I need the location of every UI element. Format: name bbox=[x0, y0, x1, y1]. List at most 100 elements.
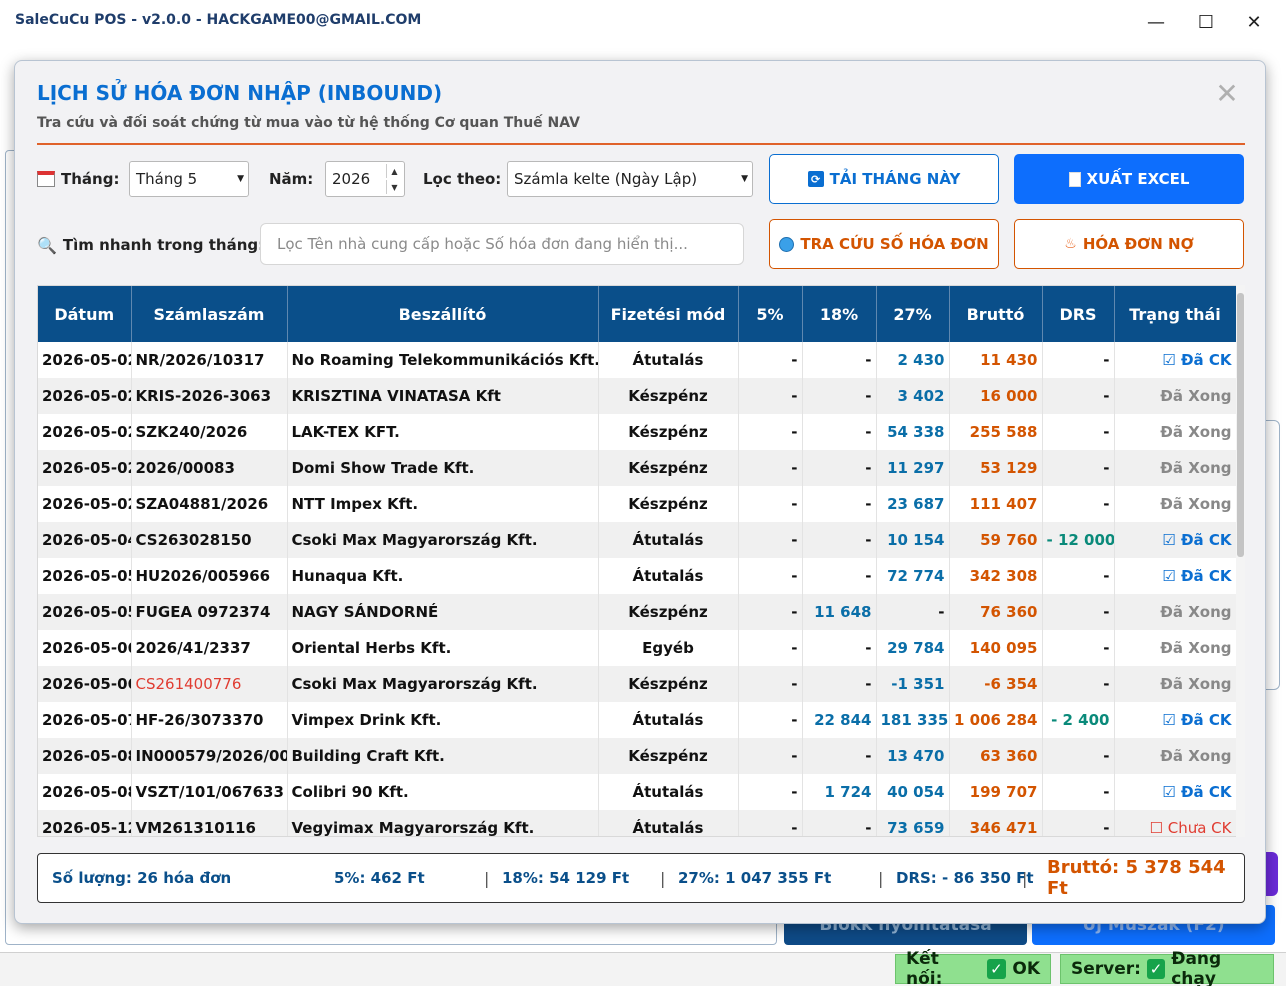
cell-supplier: Domi Show Trade Kft. bbox=[287, 450, 599, 486]
cell-vat27: -1 351 bbox=[876, 666, 950, 702]
close-icon: ✕ bbox=[1215, 76, 1239, 110]
window-title: SaleCuCu POS - v2.0.0 - HACKGAME00@GMAIL… bbox=[15, 12, 422, 28]
cell-brutto: -6 354 bbox=[949, 666, 1043, 702]
cell-vat5: - bbox=[738, 450, 803, 486]
cell-vat5: - bbox=[738, 486, 803, 522]
cell-supplier: No Roaming Telekommunikációs Kft. bbox=[287, 342, 599, 378]
cell-vat18: 1 724 bbox=[802, 774, 877, 810]
table-row[interactable]: 2026-05-02 KRIS-2026-3063 KRISZTINA VINATA… bbox=[38, 378, 1237, 414]
cell-status: Đã Xong bbox=[1114, 630, 1237, 666]
maximize-button[interactable]: ☐ bbox=[1186, 8, 1226, 36]
cell-brutto: 199 707 bbox=[949, 774, 1043, 810]
cell-status: Đã Xong bbox=[1114, 738, 1237, 774]
chevron-down-icon[interactable]: ▼ bbox=[386, 180, 402, 194]
month-select[interactable]: Tháng 5 ▼ bbox=[129, 161, 249, 197]
filter-by-select[interactable]: Számla kelte (Ngày Lập) ▼ bbox=[507, 161, 753, 197]
maximize-icon: ☐ bbox=[1197, 11, 1215, 33]
table-row[interactable]: 2026-05-06 2026/41/2337 Oriental Herbs Kft… bbox=[38, 630, 1237, 666]
cell-vat18: - bbox=[802, 414, 877, 450]
cell-payment-method: Készpénz bbox=[598, 594, 739, 630]
cell-date: 2026-05-02 bbox=[38, 414, 132, 450]
cell-drs: - bbox=[1042, 666, 1115, 702]
cell-drs: - bbox=[1042, 810, 1115, 836]
cell-status: Đã Xong bbox=[1114, 666, 1237, 702]
cell-vat18: - bbox=[802, 522, 877, 558]
table-row[interactable]: 2026-05-07 HF-26/3073370 Vimpex Drink Kft.… bbox=[38, 702, 1237, 738]
year-stepper[interactable]: 2026 ▲ ▼ bbox=[325, 161, 405, 197]
cell-vat27: 13 470 bbox=[876, 738, 950, 774]
table-row[interactable]: 2026-05-02 2026/00083 Domi Show Trade Kft.… bbox=[38, 450, 1237, 486]
table-header: Dátum Számlaszám Beszállító Fizetési mód… bbox=[38, 286, 1237, 342]
cell-date: 2026-05-08 bbox=[38, 774, 132, 810]
table-row[interactable]: 2026-05-06 CS261400776 Csoki Max Magyarors… bbox=[38, 666, 1237, 702]
title-divider bbox=[37, 143, 1245, 145]
check-icon: ✓ bbox=[1146, 959, 1166, 979]
cell-date: 2026-05-02 bbox=[38, 486, 132, 522]
table-row[interactable]: 2026-05-08 IN000579/2026/001 Building Craf… bbox=[38, 738, 1237, 774]
window-close-button[interactable]: ✕ bbox=[1234, 8, 1274, 36]
cell-date: 2026-05-04 bbox=[38, 522, 132, 558]
connection-status: Kết nối: ✓ OK bbox=[895, 949, 1051, 986]
column-header[interactable]: 5% bbox=[738, 286, 803, 342]
cell-vat27: 40 054 bbox=[876, 774, 950, 810]
debt-invoice-button[interactable]: ♨ HÓA ĐƠN NỢ bbox=[1014, 219, 1244, 269]
column-header[interactable]: DRS bbox=[1042, 286, 1115, 342]
cell-payment-method: Átutalás bbox=[598, 558, 739, 594]
dialog-close-button[interactable]: ✕ bbox=[1211, 76, 1243, 110]
summary-separator: | bbox=[660, 868, 666, 888]
cell-date: 2026-05-08 bbox=[38, 738, 132, 774]
table-row[interactable]: 2026-05-12 VM261310116 Vegyimax Magyarorsz… bbox=[38, 810, 1237, 836]
table-row[interactable]: 2026-05-02 SZA04881/2026 NTT Impex Kft. Kés… bbox=[38, 486, 1237, 522]
column-header[interactable]: 27% bbox=[876, 286, 950, 342]
search-placeholder: Lọc Tên nhà cung cấp hoặc Số hóa đơn đan… bbox=[277, 235, 688, 253]
cell-vat18: - bbox=[802, 810, 877, 836]
column-header[interactable]: Fizetési mód bbox=[598, 286, 739, 342]
column-header[interactable]: Trạng thái bbox=[1114, 286, 1237, 342]
cell-brutto: 140 095 bbox=[949, 630, 1043, 666]
cell-date: 2026-05-05 bbox=[38, 558, 132, 594]
cell-drs: - bbox=[1042, 486, 1115, 522]
column-header[interactable]: Számlaszám bbox=[131, 286, 288, 342]
table-row[interactable]: 2026-05-08 VSZT/101/067633 Colibri 90 Kft.… bbox=[38, 774, 1237, 810]
background-purple-button[interactable] bbox=[1266, 852, 1278, 896]
cell-brutto: 255 588 bbox=[949, 414, 1043, 450]
scrollbar-thumb[interactable] bbox=[1237, 293, 1244, 557]
cell-vat27: 11 297 bbox=[876, 450, 950, 486]
chevron-up-icon[interactable]: ▲ bbox=[386, 164, 402, 178]
table-row[interactable]: 2026-05-05 HU2026/005966 Hunaqua Kft. Átuta… bbox=[38, 558, 1237, 594]
cell-vat18: - bbox=[802, 630, 877, 666]
invoice-table: Dátum Számlaszám Beszállító Fizetési mód… bbox=[37, 285, 1245, 837]
summary-separator: | bbox=[1022, 868, 1028, 888]
cell-drs: - bbox=[1042, 378, 1115, 414]
cell-vat18: - bbox=[802, 486, 877, 522]
column-header[interactable]: Beszállító bbox=[287, 286, 599, 342]
cell-supplier: Csoki Max Magyarország Kft. bbox=[287, 666, 599, 702]
search-input[interactable]: Lọc Tên nhà cung cấp hoặc Số hóa đơn đan… bbox=[260, 223, 744, 265]
cell-invoice-number: NR/2026/10317 bbox=[131, 342, 288, 378]
cell-vat5: - bbox=[738, 702, 803, 738]
export-excel-button[interactable]: XUẤT EXCEL bbox=[1014, 154, 1244, 204]
column-header[interactable]: 18% bbox=[802, 286, 877, 342]
cell-vat5: - bbox=[738, 810, 803, 836]
column-header[interactable]: Bruttó bbox=[949, 286, 1043, 342]
filter-by-value: Számla kelte (Ngày Lập) bbox=[514, 170, 698, 188]
cell-invoice-number: CS263028150 bbox=[131, 522, 288, 558]
cell-date: 2026-05-05 bbox=[38, 594, 132, 630]
column-header[interactable]: Dátum bbox=[38, 286, 132, 342]
lookup-invoice-button[interactable]: TRA CỨU SỐ HÓA ĐƠN bbox=[769, 219, 999, 269]
month-value: Tháng 5 bbox=[136, 170, 198, 188]
table-row[interactable]: 2026-05-04 CS263028150 Csoki Max Magyarors… bbox=[38, 522, 1237, 558]
cell-brutto: 63 360 bbox=[949, 738, 1043, 774]
cell-invoice-number: IN000579/2026/001 bbox=[131, 738, 288, 774]
table-row[interactable]: 2026-05-02 SZK240/2026 LAK-TEX KFT. Készpén… bbox=[38, 414, 1237, 450]
minimize-button[interactable]: — bbox=[1136, 8, 1176, 36]
load-month-button[interactable]: ⟳ TẢI THÁNG NÀY bbox=[769, 154, 999, 204]
inbound-history-dialog: LỊCH SỬ HÓA ĐƠN NHẬP (INBOUND) Tra cứu v… bbox=[14, 60, 1266, 924]
table-row[interactable]: 2026-05-02 NR/2026/10317 No Roaming Teleko… bbox=[38, 342, 1237, 378]
summary-separator: | bbox=[484, 868, 490, 888]
table-row[interactable]: 2026-05-05 FUGEA 0972374 NAGY SÁNDORNÉ Kész… bbox=[38, 594, 1237, 630]
load-month-label: TẢI THÁNG NÀY bbox=[829, 170, 961, 188]
cell-payment-method: Készpénz bbox=[598, 414, 739, 450]
month-label: Tháng: bbox=[61, 170, 120, 188]
cell-status: ☑ Đã CK bbox=[1114, 342, 1237, 378]
